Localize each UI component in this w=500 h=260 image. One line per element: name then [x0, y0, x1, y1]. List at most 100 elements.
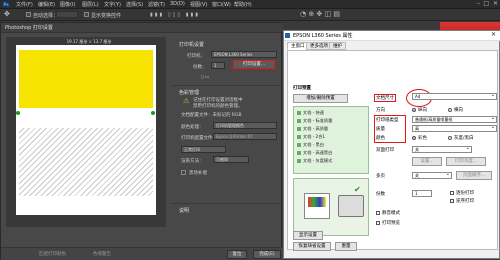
multipage-select[interactable]: 关	[412, 171, 452, 179]
multipage-label: 多页	[376, 174, 385, 179]
document-profile: 文档配置文件：未标记的 RGB	[181, 113, 242, 118]
duplex-label: 双面打印	[376, 148, 394, 153]
paper-type-select[interactable]: 普通纸/高质量喷墨纸	[412, 115, 497, 123]
menu-view[interactable]: 视图(V)	[190, 1, 207, 8]
render-intent-label: 渲染方法：	[181, 159, 204, 164]
quiet-mode-checkbox[interactable]	[376, 211, 380, 215]
preset-item[interactable]: 文档 - 标准质量	[297, 118, 332, 124]
collate-checkbox[interactable]	[450, 191, 454, 195]
reverse-checkbox[interactable]	[450, 199, 454, 203]
quality-select[interactable]: 高	[412, 124, 497, 132]
copies-label: 份数：	[193, 65, 207, 70]
print-presets-heading: 打印预置	[293, 86, 311, 91]
menu-type[interactable]: 文字(Y)	[104, 1, 121, 8]
orientation-label: 方向	[376, 108, 385, 113]
menu-select[interactable]: 选择(S)	[126, 1, 143, 8]
menu-help[interactable]: 帮助(H)	[234, 1, 252, 8]
preset-list[interactable]: 文档 - 快速 文档 - 标准质量 文档 - 高质量 文档 - 2合1 文档 -…	[293, 106, 369, 174]
maximize-icon[interactable]: □	[483, 0, 489, 7]
print-preview-checkbox[interactable]	[376, 221, 380, 225]
copies-spinner[interactable]: 1	[412, 190, 432, 197]
document-size-select[interactable]: A4	[412, 92, 497, 100]
show-settings-button[interactable]: 显示设置	[293, 231, 323, 240]
color-option-label: 彩色	[418, 136, 427, 141]
grayscale-option-label: 灰度/黑白	[454, 136, 474, 141]
menu-edit[interactable]: 编辑(E)	[38, 1, 55, 8]
menu-layer[interactable]: 图层(L)	[82, 1, 99, 8]
epson-title-text: EPSON L360 Series 属性	[293, 33, 353, 39]
color-note-2: 禁用打印机的颜色管理。	[193, 104, 243, 109]
quality-label: 质量	[376, 127, 385, 132]
ps-menubar: Ps 文件(F) 编辑(E) 图像(I) 图层(L) 文字(Y) 选择(S) 滤…	[0, 0, 500, 9]
close-icon[interactable]: ✕	[493, 0, 498, 7]
add-remove-presets-button[interactable]: 增加/删除预置	[293, 94, 348, 103]
black-point-label: 黑场补偿	[189, 171, 207, 176]
printer-settings-heading: 打印机设置	[179, 42, 205, 48]
epson-close-icon[interactable]: ✕	[491, 31, 496, 38]
move-tool-icon[interactable]: ✥	[4, 10, 10, 18]
menu-file[interactable]: 文件(F)	[16, 1, 33, 8]
3d-mode-icons[interactable]: ◔ ⊕ ✥ ◫ ▤	[300, 10, 340, 18]
duplex-select[interactable]: 关	[412, 145, 472, 153]
preset-item[interactable]: 文档 - 灰度模式	[297, 158, 332, 164]
color-handling-select[interactable]: 打印机管理颜色	[213, 122, 277, 129]
print-density-button[interactable]: 打印浓度...	[446, 157, 486, 166]
color-radio[interactable]	[412, 136, 416, 140]
black-point-checkbox[interactable]	[181, 170, 186, 175]
print-settings-button[interactable]: 打印设置...	[233, 60, 275, 69]
layout-icons[interactable]: ▯ ▭	[201, 75, 209, 80]
center-mark-left	[16, 111, 20, 115]
preset-item[interactable]: 文档 - 快速	[297, 110, 324, 116]
preset-item[interactable]: 文档 - 高速黑白	[297, 150, 332, 156]
page-order-button[interactable]: 页面顺序...	[456, 171, 492, 180]
tab-maintenance[interactable]: 维护	[329, 42, 346, 50]
menu-3d[interactable]: 3D(D)	[170, 1, 185, 7]
reset-button[interactable]: 复位	[227, 250, 247, 259]
portrait-radio[interactable]	[412, 108, 416, 112]
color-print-icon	[308, 197, 326, 207]
render-intent-select[interactable]: 可感知	[213, 156, 249, 163]
show-transform-checkbox[interactable]	[84, 12, 89, 17]
description-heading: 说明	[179, 208, 190, 214]
preset-item[interactable]: 文档 - 高质量	[297, 126, 328, 132]
landscape-radio[interactable]	[448, 108, 452, 112]
menu-filter[interactable]: 滤镜(T)	[148, 1, 165, 8]
duplex-settings-button[interactable]: 设置...	[412, 157, 442, 166]
ink-levels-button[interactable]: 墨量	[335, 242, 357, 251]
grayscale-radio[interactable]	[448, 136, 452, 140]
color-handling-label: 颜色处理：	[181, 125, 204, 130]
preset-item[interactable]: 文档 - 2合1	[297, 134, 325, 140]
align-icons[interactable]: ▮▮▮ ▯▯▯ ▮▮▮	[150, 12, 200, 18]
warning-icon: ⚠	[183, 97, 190, 105]
menu-image[interactable]: 图像(I)	[60, 1, 75, 8]
color-label: 颜色	[376, 136, 385, 141]
match-colors-option[interactable]: 匹配打印颜色	[39, 251, 66, 257]
done-button[interactable]: 完成(E)	[253, 250, 281, 259]
color-management-heading: 色彩管理	[179, 90, 200, 96]
printer-profile-select[interactable]: Epson IJ Printer 07	[213, 133, 277, 140]
epson-main-panel: 打印预置 增加/删除预置 文档 - 快速 文档 - 标准质量 文档 - 高质量 …	[287, 50, 498, 251]
copies-input[interactable]: 1	[211, 62, 225, 69]
photoshop-logo-icon: Ps	[2, 1, 10, 8]
paper-type-label: 打印纸类型	[376, 118, 399, 123]
auto-select-checkbox[interactable]	[26, 12, 31, 17]
preview-unprintable-area	[19, 128, 153, 196]
restore-defaults-button[interactable]: 恢复缺省设置	[293, 242, 331, 251]
printer-select[interactable]: EPSON L360 Series	[211, 51, 277, 58]
ps-dialog-footer: 匹配打印颜色 色域警告 复位 完成(E)	[1, 247, 283, 260]
printer-device-icon	[338, 195, 364, 217]
preset-item[interactable]: 文档 - 黑白	[297, 142, 324, 148]
normal-print-select[interactable]: 正常打印	[181, 146, 226, 153]
auto-select-dropdown[interactable]	[56, 11, 78, 18]
auto-select-label: 自动选择：	[33, 13, 59, 19]
menu-window[interactable]: 窗口(W)	[212, 1, 231, 8]
printer-profile-label: 打印机配置文件：	[181, 136, 217, 141]
print-preview-label: 打印预览	[382, 221, 400, 226]
copies-label-epson: 份数	[376, 192, 385, 197]
ps-options-bar: ✥ 自动选择： 显示变换控件 ▮▮▮ ▯▯▯ ▮▮▮ ◔ ⊕ ✥ ◫ ▤	[0, 9, 500, 21]
minimize-icon[interactable]: –	[477, 0, 480, 7]
gamut-warning-option[interactable]: 色域警告	[93, 251, 111, 257]
ps-print-dialog: Photoshop 打印设置 19.17 厘米 × 13.7 厘米 打印机设置 …	[0, 22, 283, 260]
ps-dialog-title: Photoshop 打印设置	[1, 23, 283, 33]
epson-dialog-title: EPSON L360 Series 属性	[284, 31, 500, 41]
